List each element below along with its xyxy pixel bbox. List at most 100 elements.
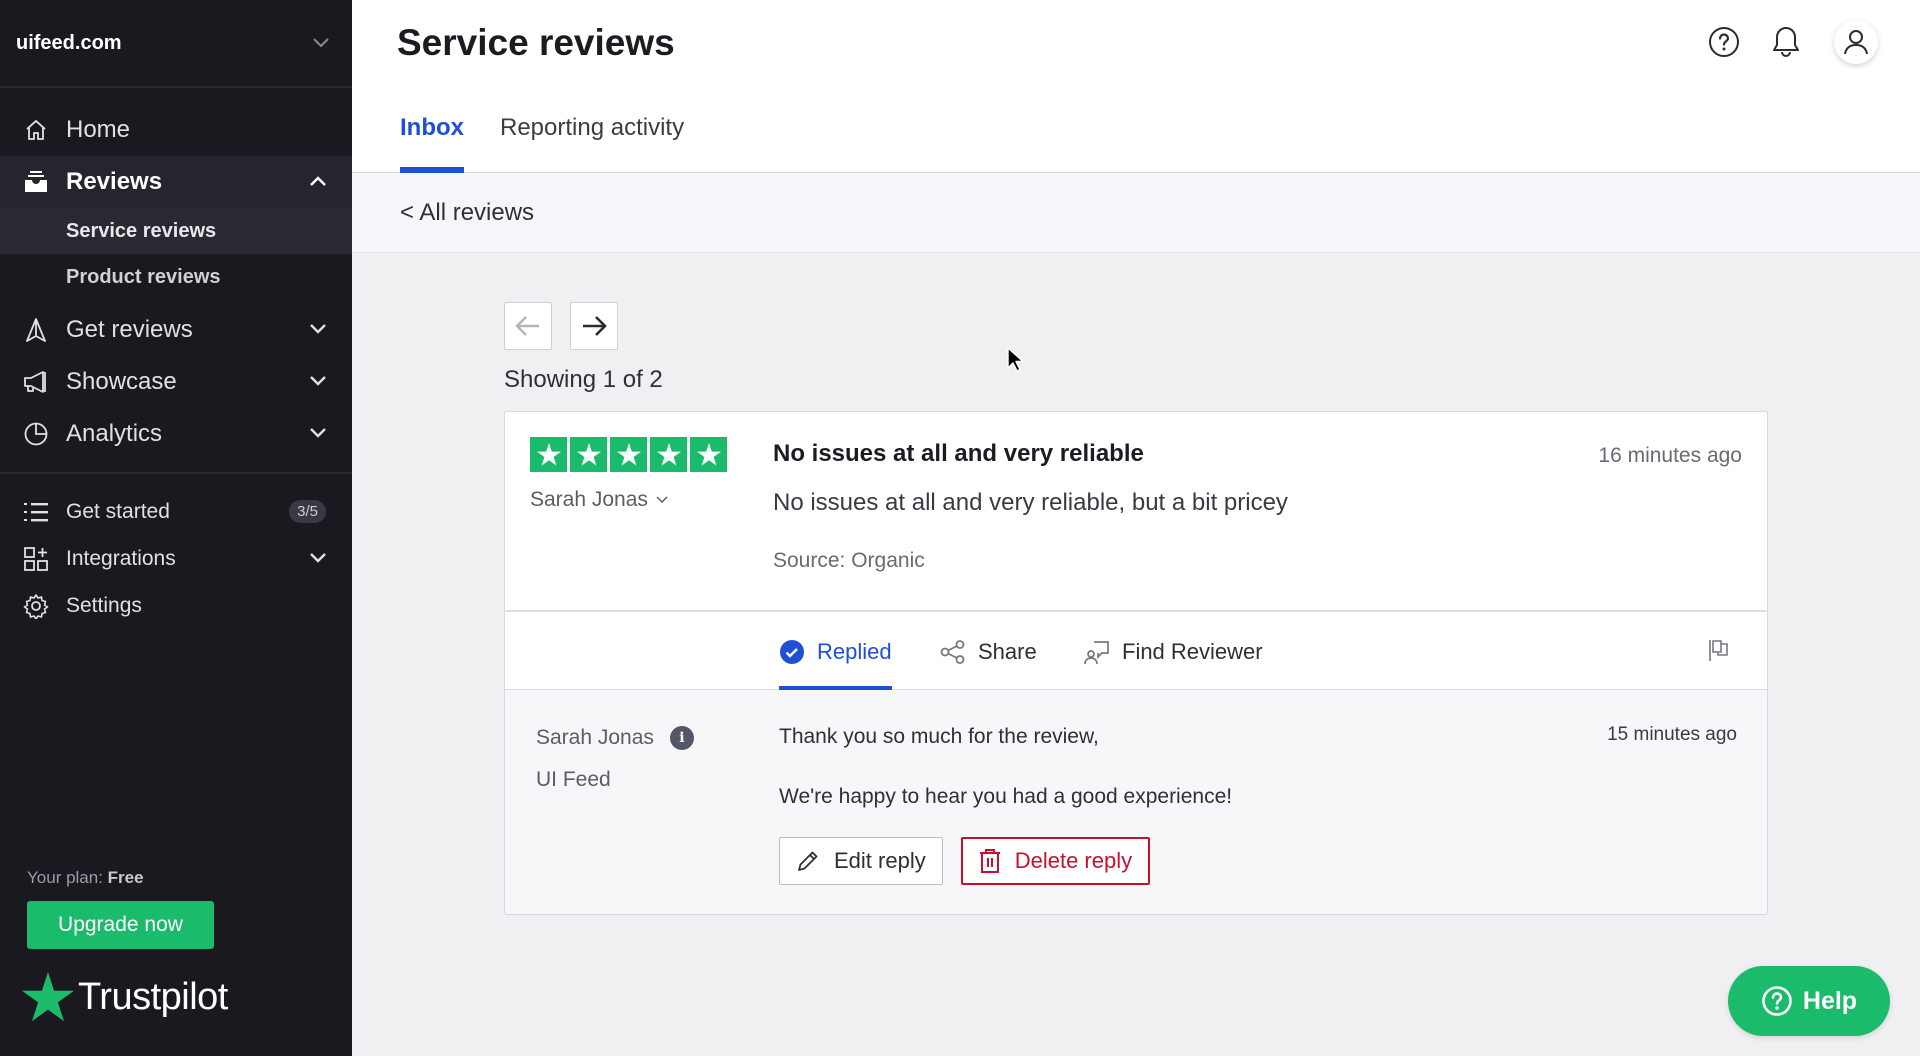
share-button[interactable]: Share bbox=[940, 612, 1037, 692]
review-body: No issues at all and very reliable, but … bbox=[773, 489, 1288, 516]
user-icon bbox=[1844, 30, 1868, 55]
nav-item-analytics[interactable]: Analytics bbox=[0, 408, 352, 460]
megaphone-icon bbox=[22, 368, 50, 396]
reply-buttons: Edit reply Delete reply bbox=[779, 837, 1151, 885]
delete-reply-label: Delete reply bbox=[1014, 848, 1133, 873]
progress-badge: 3/5 bbox=[289, 500, 326, 523]
arrow-left-icon bbox=[515, 316, 539, 336]
chevron-down-icon bbox=[656, 496, 668, 504]
pencil-icon bbox=[798, 851, 818, 871]
reply-author-name: Sarah Jonas bbox=[536, 726, 654, 749]
reply-text-line-2: We're happy to hear you had a good exper… bbox=[779, 785, 1233, 808]
previous-review-button[interactable] bbox=[504, 302, 552, 350]
help-label: Help bbox=[1802, 986, 1858, 1015]
check-circle-icon bbox=[780, 640, 804, 664]
nav-item-get-started[interactable]: Get started 3/5 bbox=[0, 488, 352, 535]
main-nav: Home Reviews Service reviews Product rev… bbox=[0, 88, 352, 629]
find-reviewer-icon bbox=[1084, 641, 1109, 665]
review-actions: Replied Share Find Reviewer bbox=[505, 610, 1767, 692]
nav-item-integrations[interactable]: Integrations bbox=[0, 535, 352, 582]
nav-item-showcase[interactable]: Showcase bbox=[0, 356, 352, 408]
sidebar: uifeed.com Home Reviews Service reviews … bbox=[0, 0, 352, 1056]
chevron-down-icon[interactable] bbox=[310, 425, 326, 443]
edit-reply-button[interactable]: Edit reply bbox=[779, 837, 943, 885]
nav-item-label: Home bbox=[66, 116, 131, 143]
reviewer-name: Sarah Jonas bbox=[530, 488, 648, 511]
star-icon bbox=[610, 437, 647, 472]
sidebar-item-service-reviews[interactable]: Service reviews bbox=[0, 208, 352, 254]
page-title: Service reviews bbox=[397, 22, 675, 63]
tab-inbox[interactable]: Inbox bbox=[400, 114, 464, 173]
sidebar-item-product-reviews[interactable]: Product reviews bbox=[0, 254, 352, 300]
help-button[interactable]: Help bbox=[1728, 966, 1890, 1036]
nav-item-settings[interactable]: Settings bbox=[0, 582, 352, 629]
integrations-icon bbox=[22, 545, 50, 573]
nav-item-label: Get started bbox=[66, 499, 170, 523]
replied-tab[interactable]: Replied bbox=[779, 612, 892, 692]
inbox-icon bbox=[22, 168, 50, 196]
gear-icon bbox=[22, 592, 50, 620]
trash-icon bbox=[979, 849, 1000, 873]
plan-info: Your plan: Free bbox=[27, 868, 144, 888]
reply-section: Sarah Jonas i UI Feed 15 minutes ago Tha… bbox=[505, 690, 1767, 914]
page-header: Service reviews Inbox Reporting activity bbox=[352, 0, 1920, 173]
chevron-down-icon[interactable] bbox=[310, 321, 326, 339]
review-time: 16 minutes ago bbox=[1598, 444, 1742, 467]
help-circle-icon bbox=[1762, 986, 1792, 1016]
upgrade-button[interactable]: Upgrade now bbox=[27, 901, 214, 949]
paper-plane-icon bbox=[22, 316, 50, 344]
flag-icon bbox=[1709, 640, 1728, 661]
review-source: Source: Organic bbox=[773, 549, 925, 572]
reviewer-dropdown[interactable]: Sarah Jonas bbox=[530, 488, 668, 512]
nav-item-label: Analytics bbox=[66, 420, 163, 447]
delete-reply-button[interactable]: Delete reply bbox=[960, 837, 1151, 885]
help-circle-icon[interactable] bbox=[1704, 22, 1744, 62]
find-reviewer-button[interactable]: Find Reviewer bbox=[1084, 612, 1263, 692]
reply-author: Sarah Jonas i bbox=[536, 726, 694, 750]
nav-item-label: Settings bbox=[66, 593, 142, 617]
trustpilot-star-icon bbox=[22, 972, 74, 1022]
tab-reporting-activity[interactable]: Reporting activity bbox=[500, 114, 684, 172]
list-icon bbox=[22, 498, 50, 526]
replied-label: Replied bbox=[817, 639, 892, 664]
next-review-button[interactable] bbox=[570, 302, 618, 350]
nav-item-label: Integrations bbox=[66, 546, 176, 570]
share-icon bbox=[940, 640, 965, 664]
pager-section: Showing 1 of 2 bbox=[504, 302, 663, 394]
trustpilot-logo: Trustpilot bbox=[22, 972, 228, 1022]
nav-item-home[interactable]: Home bbox=[0, 104, 352, 156]
star-rating bbox=[530, 437, 727, 472]
nav-divider bbox=[0, 472, 352, 474]
arrow-right-icon bbox=[583, 316, 607, 336]
info-icon[interactable]: i bbox=[669, 726, 694, 750]
mouse-cursor-icon bbox=[1007, 347, 1024, 372]
share-label: Share bbox=[978, 639, 1037, 664]
chevron-down-icon[interactable] bbox=[310, 550, 326, 568]
nav-item-label: Showcase bbox=[66, 368, 177, 395]
pie-chart-icon bbox=[22, 420, 50, 448]
header-actions bbox=[1704, 20, 1878, 64]
logo-text: Trustpilot bbox=[78, 975, 228, 1018]
star-icon bbox=[650, 437, 687, 472]
review-card: Sarah Jonas No issues at all and very re… bbox=[504, 411, 1768, 915]
user-avatar[interactable] bbox=[1834, 20, 1878, 64]
business-switcher[interactable]: uifeed.com bbox=[0, 0, 352, 88]
plan-label: Your plan: bbox=[27, 868, 103, 887]
review-title: No issues at all and very reliable bbox=[773, 440, 1144, 467]
nav-item-label: Get reviews bbox=[66, 316, 193, 343]
chevron-down-icon[interactable] bbox=[306, 28, 336, 58]
star-icon bbox=[690, 437, 727, 472]
star-icon bbox=[530, 437, 567, 472]
flag-button[interactable] bbox=[1707, 638, 1731, 667]
tab-bar: Inbox Reporting activity bbox=[400, 114, 684, 173]
all-reviews-link[interactable]: < All reviews bbox=[400, 199, 534, 227]
find-reviewer-label: Find Reviewer bbox=[1122, 639, 1263, 664]
home-icon bbox=[22, 116, 50, 144]
nav-item-reviews[interactable]: Reviews bbox=[0, 156, 352, 208]
bell-icon[interactable] bbox=[1766, 22, 1806, 62]
reply-company: UI Feed bbox=[536, 768, 611, 791]
business-domain: uifeed.com bbox=[16, 31, 122, 54]
nav-item-get-reviews[interactable]: Get reviews bbox=[0, 304, 352, 356]
chevron-up-icon[interactable] bbox=[310, 173, 326, 191]
chevron-down-icon[interactable] bbox=[310, 373, 326, 391]
